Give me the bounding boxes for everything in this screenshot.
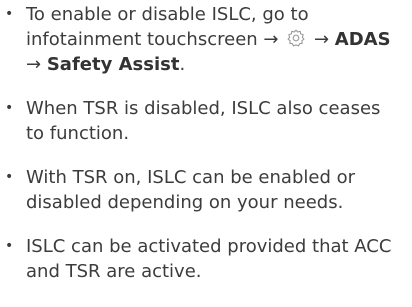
bullet-item-tsr-disabled: • When TSR is disabled, ISLC also ceases…	[0, 96, 412, 146]
bullet-marker: •	[5, 169, 14, 185]
bullet-item-settings-path: • To enable or disable ISLC, go to infot…	[0, 2, 412, 77]
settings-path-intro: To enable or disable ISLC, go to infotai…	[26, 4, 309, 50]
adas-label: ADAS	[334, 29, 391, 50]
bullet-text: With TSR on, ISLC can be enabled or disa…	[26, 167, 356, 213]
safety-assist-label: Safety Assist	[46, 54, 180, 75]
bullet-item-tsr-on: • With TSR on, ISLC can be enabled or di…	[0, 165, 412, 215]
bullet-text: When TSR is disabled, ISLC also ceases t…	[26, 98, 381, 144]
gear-icon	[287, 29, 305, 47]
bullet-marker: •	[5, 238, 14, 254]
path-arrow: →	[26, 54, 42, 75]
bullet-marker: •	[5, 6, 14, 22]
bullet-list: • To enable or disable ISLC, go to infot…	[0, 0, 412, 284]
sentence-end: .	[179, 54, 186, 75]
path-arrow: →	[313, 29, 330, 50]
bullet-marker: •	[5, 100, 14, 116]
bullet-item-activation: • ISLC can be activated provided that AC…	[0, 234, 412, 284]
bullet-text: ISLC can be activated provided that ACC …	[26, 236, 392, 282]
